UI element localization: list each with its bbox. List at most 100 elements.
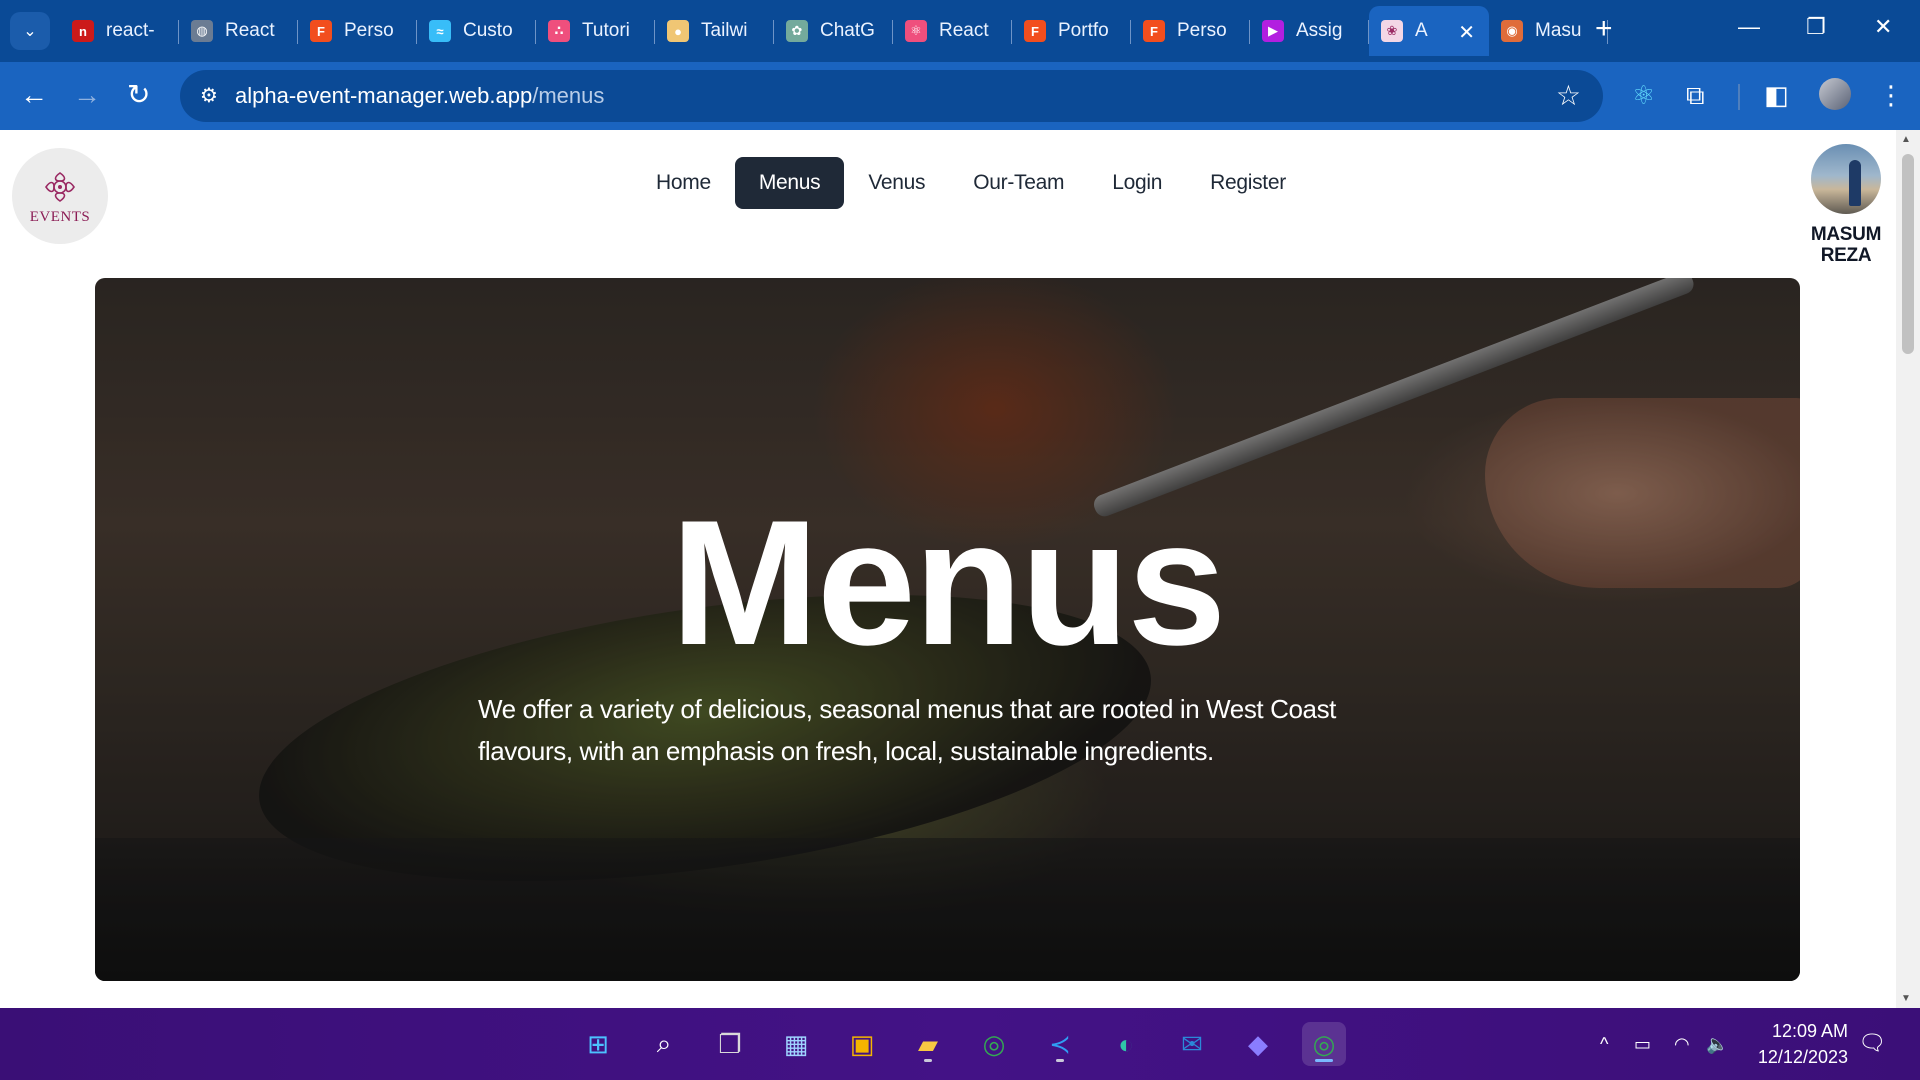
user-last-name: REZA bbox=[1820, 245, 1872, 266]
react-devtools-extension-icon[interactable]: ⚛ bbox=[1632, 80, 1655, 110]
file-explorer-icon: ▰ bbox=[918, 1028, 938, 1059]
browser-tab[interactable]: ⚛ React bbox=[893, 6, 1012, 56]
scroll-up-arrow-icon[interactable]: ▲ bbox=[1901, 134, 1911, 145]
browser-tab[interactable]: ∴ Tutori bbox=[536, 6, 655, 56]
nodes-icon: ∴ bbox=[548, 20, 570, 42]
mail-app[interactable]: ✉ bbox=[1170, 1022, 1214, 1066]
chrome-app[interactable]: ◎ bbox=[972, 1022, 1016, 1066]
chatgpt-icon: ✿ bbox=[786, 20, 808, 42]
browser-tab[interactable]: ❀ A ✕ bbox=[1369, 6, 1489, 56]
new-tab-button[interactable]: + bbox=[1595, 14, 1613, 44]
main-navigation: Home Menus Venus Our-Team Login Register bbox=[632, 157, 1310, 209]
minimize-button[interactable]: — bbox=[1738, 14, 1760, 40]
widgets-icon: ▦ bbox=[783, 1028, 809, 1059]
user-avatar[interactable] bbox=[1811, 144, 1881, 214]
nav-link-home[interactable]: Home bbox=[632, 157, 735, 209]
store-icon: ▣ bbox=[849, 1028, 875, 1059]
search-button[interactable]: ⌕ bbox=[642, 1022, 686, 1066]
reload-button[interactable]: ↻ bbox=[127, 78, 150, 112]
tray-chevron-icon[interactable]: ^ bbox=[1600, 1034, 1608, 1055]
chrome-icon: ◎ bbox=[982, 1028, 1006, 1059]
file-explorer-app[interactable]: ▰ bbox=[906, 1022, 950, 1066]
user-name: MASUM REZA bbox=[1804, 224, 1888, 266]
copilot-app[interactable]: ◆ bbox=[1236, 1022, 1280, 1066]
browser-tab[interactable]: ◍ React bbox=[179, 6, 298, 56]
nav-link-our-team[interactable]: Our-Team bbox=[949, 157, 1088, 209]
tailwind-icon: ≈ bbox=[429, 20, 451, 42]
logo-text: EVENTS bbox=[29, 208, 91, 225]
browser-tab[interactable]: F Perso bbox=[298, 6, 417, 56]
browser-tab[interactable]: ● Tailwi bbox=[655, 6, 774, 56]
address-bar[interactable]: ⚙ alpha-event-manager.web.app/menus ☆ bbox=[180, 70, 1603, 122]
page-viewport: EVENTS Home Menus Venus Our-Team Login Regist… bbox=[0, 130, 1896, 1008]
tab-title: Perso bbox=[344, 20, 394, 41]
tab-title: Tutori bbox=[582, 20, 630, 41]
browser-tab[interactable]: n react- bbox=[60, 6, 179, 56]
url-text[interactable]: alpha-event-manager.web.app/menus bbox=[235, 83, 604, 109]
react-icon: ⚛ bbox=[905, 20, 927, 42]
avatar-favicon-icon: ◉ bbox=[1501, 20, 1523, 42]
close-tab-icon[interactable]: ✕ bbox=[1458, 20, 1475, 45]
tab-title: Tailwi bbox=[701, 20, 748, 41]
browser-tab[interactable]: F Perso bbox=[1131, 6, 1250, 56]
page-scrollbar[interactable]: ▲ ▼ bbox=[1896, 130, 1920, 1008]
figma-icon: F bbox=[1143, 20, 1165, 42]
scrollbar-thumb[interactable] bbox=[1902, 154, 1914, 354]
task-view-button[interactable]: ❐ bbox=[708, 1022, 752, 1066]
clock-time: 12:09 AM bbox=[1771, 1021, 1848, 1041]
url-host: alpha-event-manager.web.app bbox=[235, 83, 533, 108]
play-icon: ▶ bbox=[1262, 20, 1284, 42]
hero-description: We offer a variety of delicious, seasona… bbox=[478, 694, 1336, 766]
tab-list: n react- ◍ React F Perso ≈ Custo ∴ Tutori ● Tailwi ✿… bbox=[60, 6, 1608, 62]
scroll-down-arrow-icon[interactable]: ▼ bbox=[1901, 993, 1911, 1004]
forward-button[interactable]: → bbox=[73, 78, 101, 112]
volume-icon[interactable]: 🔈 bbox=[1706, 1034, 1728, 1055]
nav-link-venus[interactable]: Venus bbox=[844, 157, 949, 209]
chevron-down-icon: ⌄ bbox=[23, 23, 37, 40]
start-button[interactable]: ⊞ bbox=[576, 1022, 620, 1066]
browser-tab[interactable]: ≈ Custo bbox=[417, 6, 536, 56]
tab-title: Assig bbox=[1296, 20, 1343, 41]
bookmark-star-icon[interactable]: ☆ bbox=[1556, 79, 1581, 112]
notification-center-icon[interactable]: 🗨 bbox=[1858, 1030, 1886, 1056]
nav-link-register[interactable]: Register bbox=[1186, 157, 1310, 209]
clock-date: 12/12/2023 bbox=[1757, 1047, 1848, 1067]
browser-tab[interactable]: F Portfo bbox=[1012, 6, 1131, 56]
nav-link-menus[interactable]: Menus bbox=[734, 157, 845, 209]
tab-title: React bbox=[225, 20, 275, 41]
site-info-icon[interactable]: ⚙ bbox=[196, 83, 222, 109]
wifi-icon[interactable]: ◠ bbox=[1674, 1034, 1690, 1055]
running-indicator bbox=[1315, 1059, 1333, 1062]
back-button[interactable]: ← bbox=[20, 78, 48, 112]
battery-icon[interactable]: ▭ bbox=[1634, 1034, 1651, 1055]
vscode-app[interactable]: ≺ bbox=[1038, 1022, 1082, 1066]
events-logo[interactable]: EVENTS bbox=[12, 148, 108, 244]
start-icon: ⊞ bbox=[587, 1028, 609, 1059]
side-panel-icon[interactable]: ◧ bbox=[1764, 80, 1789, 110]
browser-tab[interactable]: ◉ Masu bbox=[1489, 6, 1608, 56]
system-clock[interactable]: 12:09 AM 12/12/2023 bbox=[1738, 1018, 1848, 1070]
tab-title: Masu bbox=[1535, 20, 1582, 41]
nav-link-login[interactable]: Login bbox=[1088, 157, 1186, 209]
tab-title: React bbox=[939, 20, 989, 41]
tab-search-button[interactable]: ⌄ bbox=[10, 12, 50, 50]
store-app[interactable]: ▣ bbox=[840, 1022, 884, 1066]
user-profile[interactable]: MASUM REZA bbox=[1804, 144, 1888, 266]
close-window-button[interactable]: ✕ bbox=[1874, 14, 1892, 40]
tab-title: A bbox=[1415, 20, 1428, 41]
restore-button[interactable]: ❐ bbox=[1806, 14, 1826, 40]
chrome-active-app[interactable]: ◎ bbox=[1302, 1022, 1346, 1066]
edge-app[interactable]: ◐ bbox=[1104, 1022, 1148, 1066]
vscode-icon: ≺ bbox=[1049, 1028, 1071, 1059]
figma-icon: F bbox=[310, 20, 332, 42]
profile-avatar-icon[interactable] bbox=[1819, 78, 1851, 110]
running-indicator bbox=[1056, 1059, 1064, 1062]
tab-title: Custo bbox=[463, 20, 513, 41]
hero-title: Menus bbox=[670, 483, 1227, 682]
extensions-puzzle-icon[interactable]: ⧉ bbox=[1686, 80, 1705, 110]
browser-tab[interactable]: ▶ Assig bbox=[1250, 6, 1369, 56]
browser-menu-icon[interactable]: ⋮ bbox=[1878, 80, 1904, 110]
globe-icon: ◍ bbox=[191, 20, 213, 42]
browser-tab[interactable]: ✿ ChatG bbox=[774, 6, 893, 56]
widgets-button[interactable]: ▦ bbox=[774, 1022, 818, 1066]
